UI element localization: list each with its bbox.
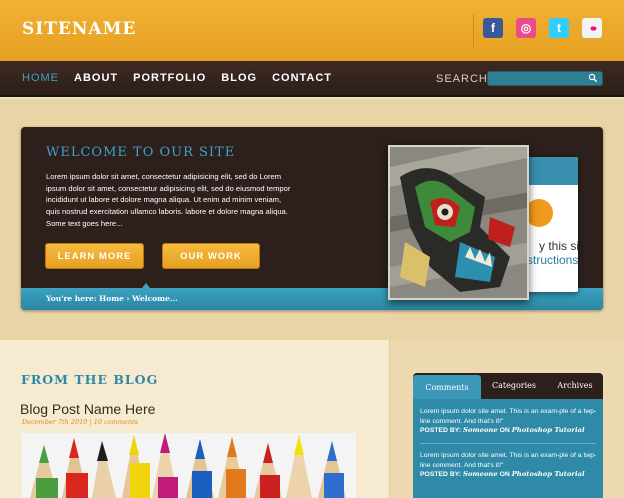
search-input[interactable] [488, 75, 584, 89]
search-icon[interactable] [588, 73, 598, 83]
breadcrumb-pointer [142, 283, 150, 288]
search-box [487, 71, 603, 89]
site-logo[interactable]: SITENAME [22, 19, 136, 39]
search-label: SEARCH [436, 73, 488, 85]
facebook-icon[interactable]: f [483, 18, 503, 38]
learn-more-button[interactable]: LEARN MORE [45, 243, 144, 269]
nav-item-home[interactable]: HOME [22, 72, 59, 84]
slide-back-text-1: y this sit [539, 239, 578, 253]
tab-archives[interactable]: Archives [547, 373, 603, 397]
comment-author[interactable]: Someone [463, 426, 498, 434]
comment-byline: POSTED BY: Someone ON Photoshop Tutorial [420, 426, 598, 436]
totem-painting-image [390, 147, 527, 298]
social-links: f ◎ t •• [483, 18, 602, 38]
nav-item-about[interactable]: ABOUT [74, 72, 118, 84]
widget-body: Lorem ipsum dolor site amet. This is an … [413, 399, 603, 498]
comment-text: Lorem ipsum dolor site amet. This is an … [420, 408, 597, 425]
slide-thumbnail-front[interactable] [388, 145, 529, 300]
comment-divider [420, 443, 596, 444]
post-title[interactable]: Blog Post Name Here [20, 401, 155, 417]
breadcrumb-text: You're here: Home › Welcome... [46, 294, 178, 303]
our-work-button[interactable]: OUR WORK [162, 243, 260, 269]
comment-post-link[interactable]: Photoshop Tutorial [512, 426, 585, 434]
twitter-icon[interactable]: t [549, 18, 569, 38]
flickr-icon[interactable]: •• [582, 18, 602, 38]
post-meta: December 7th 2010 | 10 comments [22, 418, 138, 426]
slide-back-orb [525, 199, 553, 227]
comment-post-link[interactable]: Photoshop Tutorial [512, 470, 585, 478]
nav-item-blog[interactable]: BLOG [221, 72, 257, 84]
comment-text: Lorem ipsum dolor site amet. This is an … [420, 452, 597, 469]
on-label: ON [499, 427, 510, 435]
header-divider [473, 14, 474, 48]
comment-byline: POSTED BY: Someone ON Photoshop Tutorial [420, 470, 598, 480]
post-image[interactable] [22, 433, 356, 498]
posted-by-label: POSTED BY: [420, 471, 462, 479]
slide-back-text-2: structions [527, 253, 578, 267]
comment-item: Lorem ipsum dolor site amet. This is an … [420, 407, 598, 436]
pencils-image [22, 433, 356, 498]
widget-tabs: Comments Categories Archives [413, 373, 603, 399]
tab-comments[interactable]: Comments [413, 375, 481, 399]
blog-heading: FROM THE BLOG [21, 372, 159, 387]
tab-categories[interactable]: Categories [481, 373, 547, 397]
on-label: ON [499, 471, 510, 479]
comment-author[interactable]: Someone [463, 470, 498, 478]
hero-title: WELCOME TO OUR SITE [46, 145, 236, 160]
hero-text: Lorem ipsum dolor sit amet, consectetur … [46, 172, 291, 228]
sidebar-tabs-widget: Comments Categories Archives Lorem ipsum… [413, 373, 603, 498]
posted-by-label: POSTED BY: [420, 427, 462, 435]
site-header: SITENAME f ◎ t •• [0, 0, 624, 61]
nav-item-portfolio[interactable]: PORTFOLIO [133, 72, 206, 84]
comment-item: Lorem ipsum dolor site amet. This is an … [420, 451, 598, 480]
nav-item-contact[interactable]: CONTACT [272, 72, 332, 84]
dribbble-icon[interactable]: ◎ [516, 18, 536, 38]
